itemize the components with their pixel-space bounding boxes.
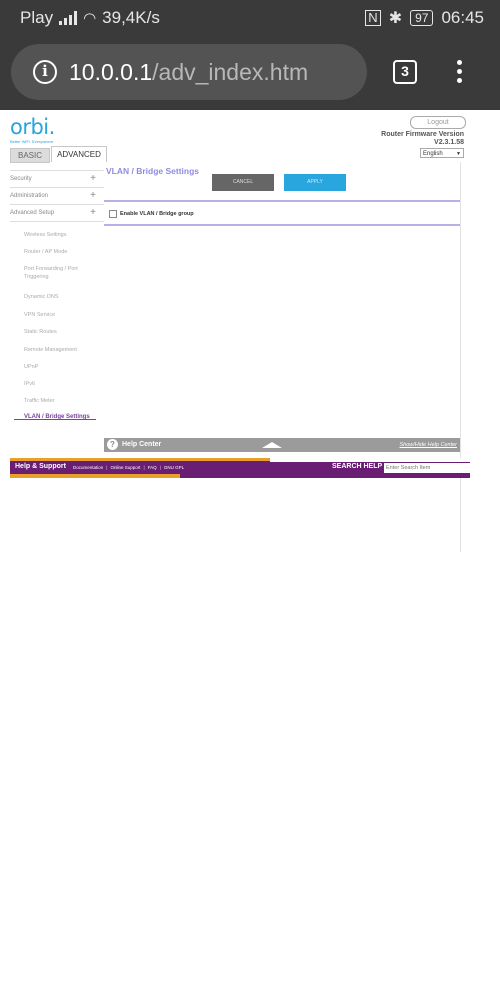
logo-tagline: Better WiFi. Everywhere. xyxy=(10,139,55,144)
sidebar-section-advanced-setup[interactable]: Advanced Setup + xyxy=(10,205,104,222)
info-icon[interactable]: i xyxy=(33,60,57,84)
nfc-icon: N xyxy=(365,10,381,26)
signal-icon xyxy=(59,11,78,25)
url-path: /adv_index.htm xyxy=(152,58,309,85)
help-center-title: Help Center xyxy=(122,441,162,448)
faq-link[interactable]: FAQ xyxy=(148,463,157,473)
divider xyxy=(104,224,460,226)
sidebar-section-label: Advanced Setup xyxy=(10,210,55,216)
tab-basic[interactable]: BASIC xyxy=(10,148,50,163)
address-bar[interactable]: i 10.0.0.1/adv_index.htm xyxy=(11,44,367,100)
battery-icon: 97 xyxy=(410,10,434,26)
search-help-label: SEARCH HELP xyxy=(332,463,383,470)
sidebar-item-port-forwarding[interactable]: Port Forwarding / Port Triggering xyxy=(24,265,94,281)
wifi-icon: ◠ xyxy=(83,10,97,27)
sidebar-item-upnp[interactable]: UPnP xyxy=(24,363,94,371)
status-bar: Play ◠ 39,4K/s N ✱ 97 06:45 xyxy=(0,0,500,36)
online-support-link[interactable]: Online Support xyxy=(110,463,140,473)
link-separator: | xyxy=(143,465,145,470)
carrier-label: Play xyxy=(20,8,54,27)
router-page: orbi. Better WiFi. Everywhere. Logout Ro… xyxy=(0,110,500,999)
more-menu-icon[interactable] xyxy=(457,60,463,87)
sidebar-divider xyxy=(10,162,104,171)
link-separator: | xyxy=(106,465,108,470)
firmware-label: Router Firmware Version xyxy=(381,131,464,138)
footer-stripe xyxy=(10,474,180,478)
search-help-input[interactable] xyxy=(384,463,470,473)
language-value: English xyxy=(423,151,443,157)
apply-button[interactable]: APPLY xyxy=(284,174,346,191)
gnu-gpl-link[interactable]: GNU GPL xyxy=(164,463,184,473)
language-select[interactable]: English ▼ xyxy=(420,148,464,158)
chevron-up-icon[interactable] xyxy=(262,442,282,448)
main-content: VLAN / Bridge Settings CANCEL APPLY Enab… xyxy=(104,162,461,552)
plus-icon: + xyxy=(90,173,96,184)
sidebar-item-ipv6[interactable]: IPv6 xyxy=(24,380,94,388)
bluetooth-icon: ✱ xyxy=(388,10,403,27)
sidebar-section-security[interactable]: Security + xyxy=(10,171,104,188)
plus-icon: + xyxy=(90,190,96,201)
browser-toolbar: i 10.0.0.1/adv_index.htm 3 xyxy=(0,36,500,110)
enable-vlan-row: Enable VLAN / Bridge group xyxy=(109,210,194,218)
sidebar-section-label: Administration xyxy=(10,193,49,199)
sidebar-item-remote-management[interactable]: Remote Management xyxy=(24,346,94,354)
footer-links: Documentation | Online Support | FAQ | GNU … xyxy=(73,463,184,473)
tab-advanced[interactable]: ADVANCED xyxy=(51,146,107,162)
plus-icon: + xyxy=(90,207,96,218)
help-support-footer: Help & Support Documentation | Online Sup… xyxy=(10,458,470,478)
sidebar-item-dynamic-dns[interactable]: Dynamic DNS xyxy=(24,293,94,301)
documentation-link[interactable]: Documentation xyxy=(73,463,103,473)
tab-switcher-button[interactable]: 3 xyxy=(393,60,417,84)
clock: 06:45 xyxy=(441,8,484,27)
question-icon: ? xyxy=(107,439,118,450)
firmware-version: V2.3.1.58 xyxy=(434,139,464,146)
logout-button[interactable]: Logout xyxy=(410,116,466,129)
show-hide-help-link[interactable]: Show/Hide Help Center xyxy=(400,438,457,452)
cancel-button[interactable]: CANCEL xyxy=(212,174,274,191)
help-center-bar[interactable]: ? Help Center Show/Hide Help Center xyxy=(104,438,460,452)
sidebar-section-label: Security xyxy=(10,176,32,182)
page-title: VLAN / Bridge Settings xyxy=(106,166,200,176)
sidebar-item-traffic-meter[interactable]: Traffic Meter xyxy=(24,397,94,405)
sidebar-item-static-routes[interactable]: Static Routes xyxy=(24,328,94,336)
divider xyxy=(104,200,460,202)
sidebar-item-router-ap-mode[interactable]: Router / AP Mode xyxy=(24,248,94,256)
enable-vlan-label: Enable VLAN / Bridge group xyxy=(120,211,194,217)
url-host: 10.0.0.1 xyxy=(69,58,153,85)
sidebar-section-administration[interactable]: Administration + xyxy=(10,188,104,205)
sidebar-item-vpn-service[interactable]: VPN Service xyxy=(24,311,94,319)
firmware-info: Router Firmware Version V2.3.1.58 xyxy=(381,131,464,147)
chevron-down-icon: ▼ xyxy=(456,151,461,157)
enable-vlan-checkbox[interactable] xyxy=(109,210,117,218)
url-text[interactable]: 10.0.0.1/adv_index.htm xyxy=(69,59,308,86)
link-separator: | xyxy=(159,465,161,470)
active-item-underline xyxy=(14,419,96,420)
orbi-logo: orbi. xyxy=(10,115,55,139)
network-speed: 39,4K/s xyxy=(102,8,160,27)
footer-title: Help & Support xyxy=(15,463,66,470)
sidebar-item-wireless-settings[interactable]: Wireless Settings xyxy=(24,231,94,239)
